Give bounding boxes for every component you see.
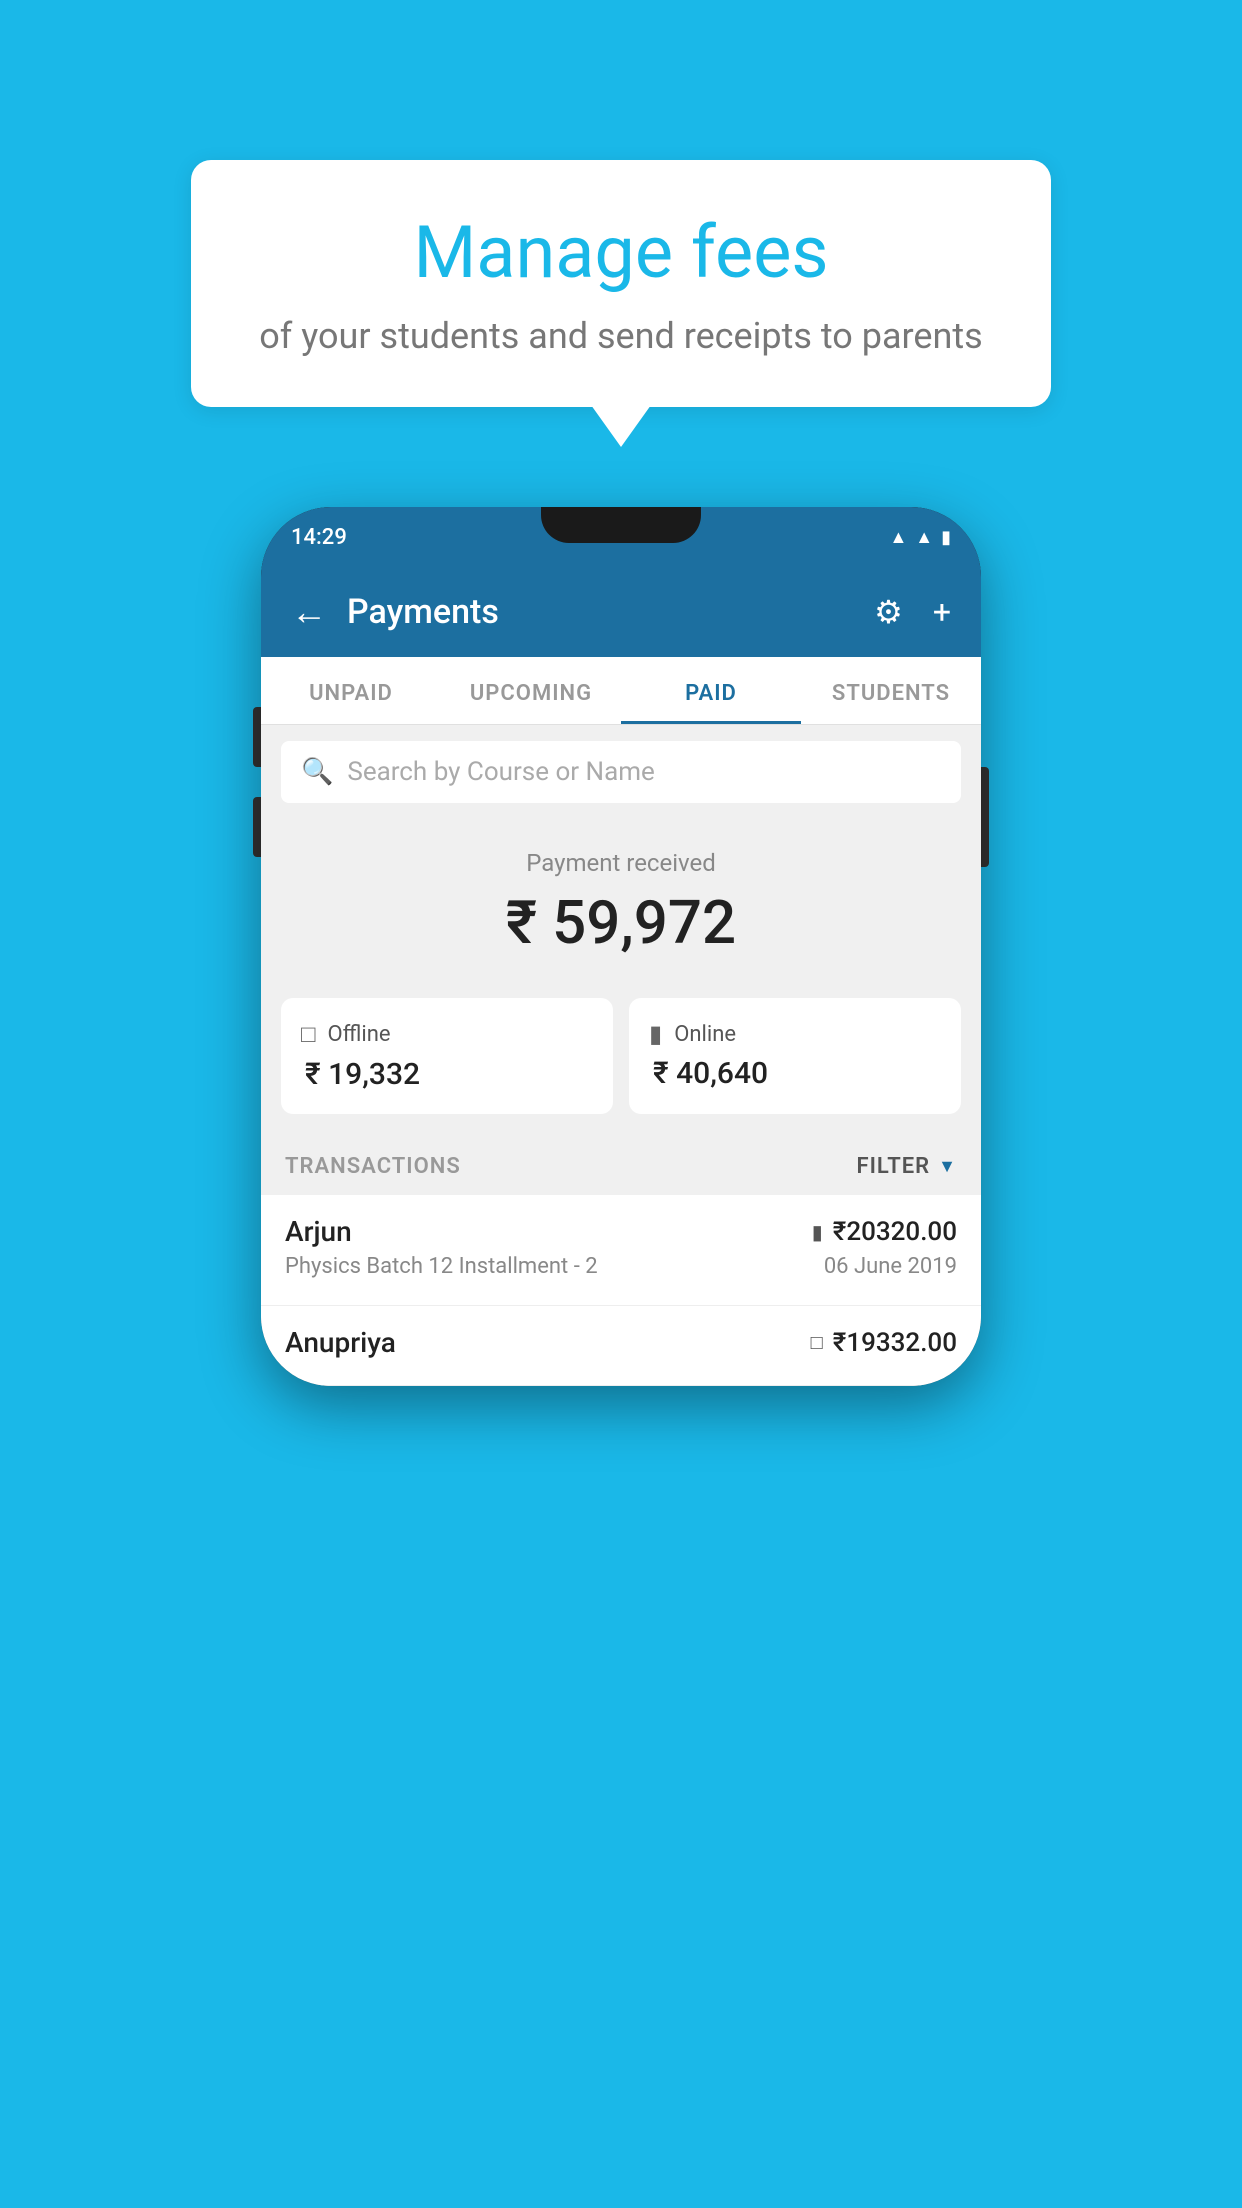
status-icons: ▲ ▲ ▮ (889, 527, 951, 548)
filter-button[interactable]: FILTER ▼ (857, 1154, 958, 1179)
search-icon: 🔍 (301, 757, 333, 787)
payment-received-label: Payment received (281, 849, 961, 877)
tab-students[interactable]: STUDENTS (801, 657, 981, 724)
signal-icon: ▲ (915, 527, 933, 548)
online-card-header: ▮ Online (649, 1020, 941, 1048)
card-icon: ▮ (649, 1020, 662, 1048)
transaction-amount-wrap-2: □ ₹19332.00 (811, 1328, 957, 1358)
app-bar-title: Payments (347, 592, 854, 632)
card-payment-icon-1: ▮ (812, 1220, 823, 1244)
filter-label: FILTER (857, 1154, 931, 1179)
offline-icon: □ (301, 1020, 316, 1049)
phone-wrapper: 14:29 ▲ ▲ ▮ ← Payments ⚙ + UNPAID UPCOMI… (261, 507, 981, 1386)
transaction-name-1: Arjun (285, 1215, 352, 1248)
wifi-icon: ▲ (889, 527, 907, 548)
tab-upcoming[interactable]: UPCOMING (441, 657, 621, 724)
transactions-label: TRANSACTIONS (285, 1154, 461, 1179)
phone-frame: 14:29 ▲ ▲ ▮ ← Payments ⚙ + UNPAID UPCOMI… (261, 507, 981, 1386)
offline-payment-card: □ Offline ₹ 19,332 (281, 998, 613, 1114)
transaction-item-2[interactable]: Anupriya □ ₹19332.00 (261, 1306, 981, 1386)
app-bar-icons: ⚙ + (874, 593, 951, 631)
tabs-bar: UNPAID UPCOMING PAID STUDENTS (261, 657, 981, 725)
side-button-power (981, 767, 989, 867)
back-button[interactable]: ← (291, 591, 327, 633)
speech-bubble-subtitle: of your students and send receipts to pa… (251, 315, 991, 357)
transaction-amount-wrap-1: ▮ ₹20320.00 (812, 1217, 957, 1247)
search-container: 🔍 Search by Course or Name (261, 725, 981, 819)
transaction-name-2: Anupriya (285, 1326, 396, 1359)
add-icon[interactable]: + (933, 593, 951, 631)
offline-label: Offline (328, 1022, 391, 1047)
side-button-vol-down (253, 797, 261, 857)
online-payment-card: ▮ Online ₹ 40,640 (629, 998, 961, 1114)
online-label: Online (674, 1022, 736, 1047)
online-amount: ₹ 40,640 (649, 1056, 941, 1091)
speech-bubble-title: Manage fees (251, 210, 991, 295)
transaction-subrow-1: Physics Batch 12 Installment - 2 06 June… (285, 1254, 957, 1279)
transaction-amount-1: ₹20320.00 (833, 1217, 957, 1247)
offline-payment-icon-2: □ (811, 1330, 823, 1355)
transaction-row-2: Anupriya □ ₹19332.00 (285, 1326, 957, 1359)
search-bar[interactable]: 🔍 Search by Course or Name (281, 741, 961, 803)
tab-unpaid[interactable]: UNPAID (261, 657, 441, 724)
filter-icon: ▼ (938, 1156, 957, 1177)
app-bar: ← Payments ⚙ + (261, 567, 981, 657)
payment-received-amount: ₹ 59,972 (281, 887, 961, 958)
transaction-row-1: Arjun ▮ ₹20320.00 (285, 1215, 957, 1248)
battery-icon: ▮ (941, 527, 951, 548)
transactions-header: TRANSACTIONS FILTER ▼ (261, 1134, 981, 1195)
side-button-vol-up (253, 707, 261, 767)
status-bar: 14:29 ▲ ▲ ▮ (261, 507, 981, 567)
speech-bubble: Manage fees of your students and send re… (191, 160, 1051, 407)
transaction-course-1: Physics Batch 12 Installment - 2 (285, 1254, 598, 1279)
payment-received-section: Payment received ₹ 59,972 (261, 819, 981, 998)
offline-amount: ₹ 19,332 (301, 1057, 593, 1092)
transaction-date-1: 06 June 2019 (824, 1254, 957, 1279)
payment-cards: □ Offline ₹ 19,332 ▮ Online ₹ 40,640 (261, 998, 981, 1134)
offline-card-header: □ Offline (301, 1020, 593, 1049)
tab-paid[interactable]: PAID (621, 657, 801, 724)
settings-icon[interactable]: ⚙ (874, 593, 903, 631)
status-time: 14:29 (291, 525, 347, 550)
search-input[interactable]: Search by Course or Name (347, 757, 654, 787)
phone-screen: 🔍 Search by Course or Name Payment recei… (261, 725, 981, 1386)
transaction-amount-2: ₹19332.00 (833, 1328, 957, 1358)
transaction-item[interactable]: Arjun ▮ ₹20320.00 Physics Batch 12 Insta… (261, 1195, 981, 1306)
